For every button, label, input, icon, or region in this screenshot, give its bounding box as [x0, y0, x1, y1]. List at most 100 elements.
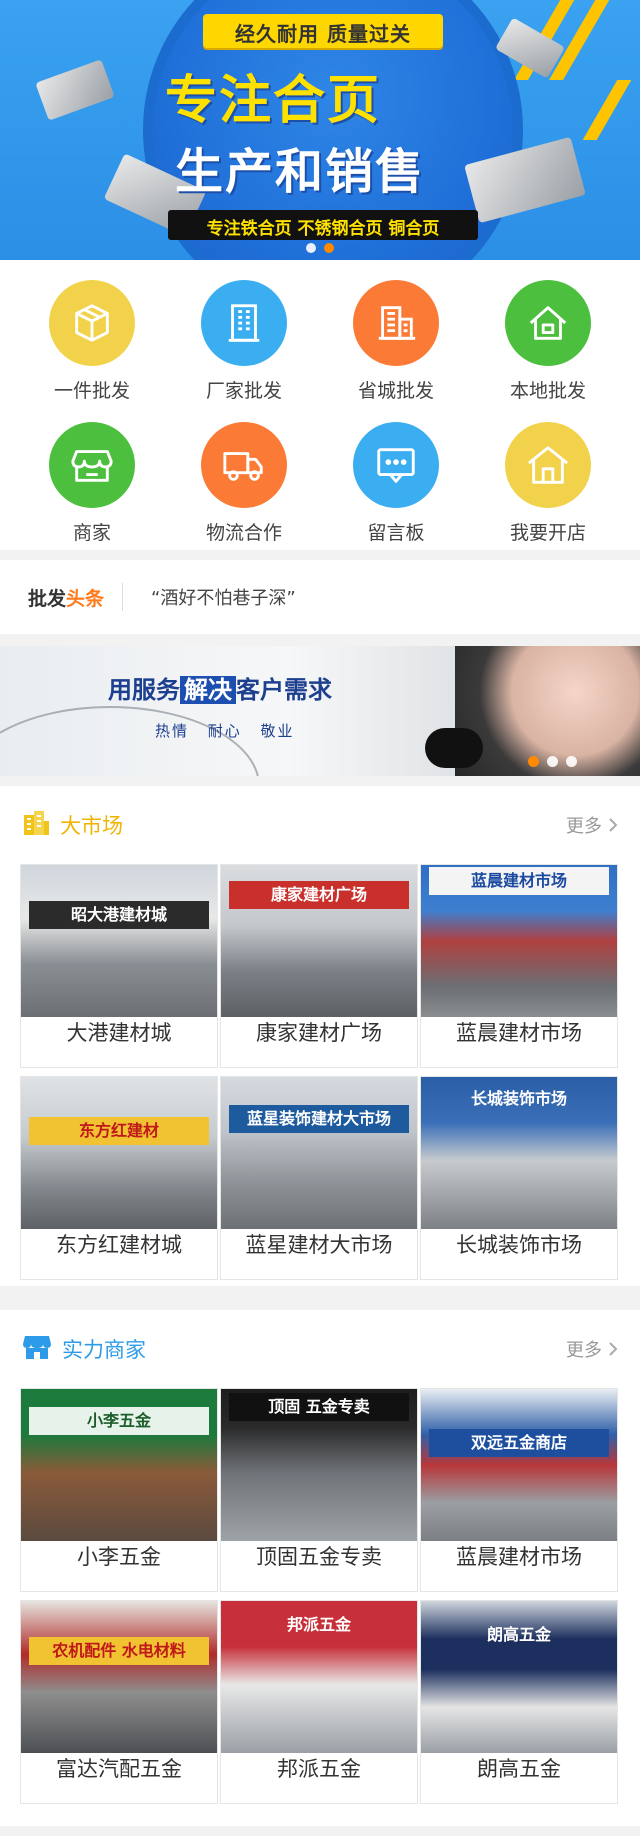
shop-sign: 双远五金商店	[429, 1429, 609, 1457]
shop-sign: 蓝星装饰建材大市场	[229, 1105, 409, 1133]
service-banner-subtitle: 热情 耐心 敬业	[155, 722, 295, 740]
market-card[interactable]: 蓝星装饰建材大市场 蓝星建材大市场	[220, 1076, 418, 1280]
merchant-photo: 朗高五金	[421, 1601, 617, 1753]
category-label: 我要开店	[509, 522, 586, 544]
category-label: 一件批发	[53, 380, 130, 402]
market-name: 蓝星建材大市场	[245, 1233, 393, 1257]
category-item[interactable]: 物流合作	[164, 422, 324, 545]
merchants-more-link[interactable]: 更多	[566, 1336, 618, 1362]
news-brand-b: 头条	[66, 587, 105, 610]
shop-sign: 昭大港建材城	[29, 901, 209, 929]
more-label: 更多	[566, 1340, 602, 1361]
merchant-card[interactable]: 农机配件 水电材料 富达汽配五金	[20, 1600, 218, 1804]
market-name: 蓝晨建材市场	[456, 1021, 582, 1045]
page: 经久耐用 质量过关 专注合页 生产和销售 专注铁合页 不锈钢合页 铜合页 一件批…	[0, 0, 640, 1836]
hero-tagline-bar: 专注铁合页 不锈钢合页 铜合页	[168, 210, 478, 240]
hero-carousel-dots	[0, 243, 640, 253]
ad-title-highlight: 解决	[180, 676, 236, 704]
market-name: 东方红建材城	[56, 1233, 182, 1257]
house-icon	[505, 280, 591, 366]
shop-house-icon	[505, 422, 591, 508]
hero-ribbon-text: 经久耐用 质量过关	[235, 22, 411, 46]
truck-icon	[201, 422, 287, 508]
market-section-header: 大市场 更多	[0, 786, 640, 864]
market-name: 长城装饰市场	[456, 1233, 582, 1257]
hinge-image	[35, 59, 115, 121]
ad-title-b: 客户需求	[236, 676, 332, 704]
merchant-card[interactable]: 小李五金 小李五金	[20, 1388, 218, 1592]
news-brand-a: 批发	[28, 587, 67, 610]
category-label: 留言板	[367, 522, 425, 544]
microphone-image	[425, 728, 483, 768]
category-label: 省城批发	[357, 380, 434, 402]
news-headline[interactable]: “酒好不怕巷子深”	[151, 584, 296, 610]
chevron-right-icon	[609, 818, 618, 832]
merchant-photo: 农机配件 水电材料	[21, 1601, 217, 1753]
shop-sign: 蓝晨建材市场	[429, 867, 609, 895]
news-ticker[interactable]: 批发头条 “酒好不怕巷子深”	[0, 560, 640, 634]
category-item[interactable]: 留言板	[316, 422, 476, 545]
category-item[interactable]: 商家	[12, 422, 172, 545]
market-name: 康家建材广场	[256, 1021, 382, 1045]
market-card[interactable]: 康家建材广场 康家建材广场	[220, 864, 418, 1068]
shop-sign: 东方红建材	[29, 1117, 209, 1145]
office-building-icon	[353, 280, 439, 366]
merchant-name: 顶固五金专卖	[256, 1545, 382, 1569]
carousel-dot-active[interactable]	[528, 756, 539, 767]
merchant-name: 邦派五金	[277, 1757, 361, 1781]
carousel-dot[interactable]	[306, 243, 316, 253]
merchant-card[interactable]: 双远五金商店 蓝晨建材市场	[420, 1388, 618, 1592]
merchants-section-title: 实力商家	[62, 1338, 146, 1362]
merchant-name: 朗高五金	[477, 1757, 561, 1781]
market-card[interactable]: 长城装饰市场 长城装饰市场	[420, 1076, 618, 1280]
hero-headline-1: 专注合页	[165, 71, 382, 131]
market-card[interactable]: 昭大港建材城 大港建材城	[20, 864, 218, 1068]
merchant-card[interactable]: 邦派五金 邦派五金	[220, 1600, 418, 1804]
category-item[interactable]: 厂家批发	[164, 280, 324, 403]
merchant-photo: 邦派五金	[221, 1601, 417, 1753]
market-photo: 蓝星装饰建材大市场	[221, 1077, 417, 1229]
carousel-dot[interactable]	[566, 756, 577, 767]
service-banner-title: 用服务 解决 客户需求	[108, 670, 332, 705]
merchant-card[interactable]: 朗高五金 朗高五金	[420, 1600, 618, 1804]
shop-sign: 朗高五金	[486, 1625, 551, 1644]
store-icon	[22, 1333, 52, 1365]
category-label: 商家	[72, 522, 111, 544]
market-more-link[interactable]: 更多	[566, 812, 618, 838]
merchant-photo: 双远五金商店	[421, 1389, 617, 1541]
category-item[interactable]: 本地批发	[468, 280, 628, 403]
chevron-right-icon	[609, 1342, 618, 1356]
hero-banner[interactable]: 经久耐用 质量过关 专注合页 生产和销售 专注铁合页 不锈钢合页 铜合页	[0, 0, 640, 260]
category-item[interactable]: 省城批发	[316, 280, 476, 403]
shop-sign: 长城装饰市场	[470, 1089, 567, 1108]
building-icon	[201, 280, 287, 366]
message-icon	[353, 422, 439, 508]
news-brand: 批发头条	[28, 584, 104, 611]
market-section-title: 大市场	[60, 814, 123, 838]
merchant-card[interactable]: 顶固 五金专卖 顶固五金专卖	[220, 1388, 418, 1592]
shop-sign: 顶固 五金专卖	[229, 1393, 409, 1421]
merchant-name: 蓝晨建材市场	[456, 1545, 582, 1569]
category-item[interactable]: 一件批发	[12, 280, 172, 403]
hero-ribbon: 经久耐用 质量过关	[203, 14, 443, 48]
market-section: 大市场 更多 昭大港建材城 大港建材城 康家建材广场 康家建材广场 蓝晨建材市场…	[0, 786, 640, 1286]
storefront-icon	[49, 422, 135, 508]
merchant-name: 小李五金	[77, 1545, 161, 1569]
market-photo: 康家建材广场	[221, 865, 417, 1017]
market-photo: 长城装饰市场	[421, 1077, 617, 1229]
ad-carousel-dots	[528, 756, 577, 767]
category-label: 本地批发	[509, 380, 586, 402]
merchants-section-header: 实力商家 更多	[0, 1310, 640, 1388]
market-card[interactable]: 蓝晨建材市场 蓝晨建材市场	[420, 864, 618, 1068]
market-card[interactable]: 东方红建材 东方红建材城	[20, 1076, 218, 1280]
carousel-dot-active[interactable]	[324, 243, 334, 253]
market-photo: 东方红建材	[21, 1077, 217, 1229]
shop-sign: 康家建材广场	[229, 881, 409, 909]
divider	[122, 583, 124, 611]
market-photo: 昭大港建材城	[21, 865, 217, 1017]
merchant-photo: 顶固 五金专卖	[221, 1389, 417, 1541]
merchant-photo: 小李五金	[21, 1389, 217, 1541]
category-item[interactable]: 我要开店	[468, 422, 628, 545]
ad-title-a: 用服务	[108, 676, 180, 704]
carousel-dot[interactable]	[547, 756, 558, 767]
